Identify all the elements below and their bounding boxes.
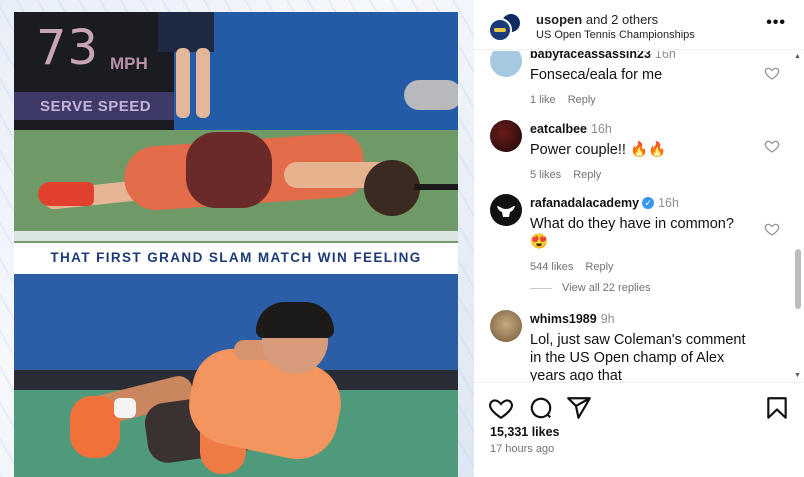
comment-icon[interactable] [528, 395, 554, 421]
player-sock [114, 398, 136, 418]
comments-scrollbar[interactable]: ▲ ▼ [793, 51, 803, 381]
comment-username[interactable]: eatcalbee [530, 122, 587, 136]
post-actions: 15,331 likes 17 hours ago [474, 382, 804, 477]
player-skirt [186, 132, 272, 208]
comment-time: 16h [658, 196, 679, 210]
comments-list[interactable]: babyfaceassassin23 16h Fonseca/eala for m… [474, 51, 804, 381]
heart-icon[interactable] [764, 65, 780, 81]
comment-time: 9h [600, 312, 615, 326]
more-options-icon[interactable]: ••• [766, 14, 786, 32]
comment-text: Lol, just saw Coleman's comment in the U… [530, 332, 746, 381]
post-side-panel: usopen and 2 others US Open Tennis Champ… [474, 0, 804, 477]
view-replies-link[interactable]: View all 22 replies [530, 282, 650, 294]
comment-likes[interactable]: 5 likes [530, 169, 561, 181]
comment-time: 16h [590, 122, 612, 136]
comment-text: What do they have in common? 😍 [530, 216, 734, 250]
share-icon[interactable] [566, 395, 592, 421]
player-hair [256, 302, 334, 338]
serve-speed-label: SERVE SPEED [40, 98, 152, 115]
post-media[interactable]: 73 MPH SERVE SPEED THAT FIRST GRAND SLAM… [0, 0, 474, 477]
bookmark-icon[interactable] [764, 395, 790, 421]
reply-button[interactable]: Reply [573, 169, 601, 181]
comment-username[interactable]: whims1989 [530, 312, 597, 326]
reply-button[interactable]: Reply [568, 94, 596, 106]
scroll-up-arrow-icon[interactable]: ▲ [794, 53, 801, 60]
background-person-legs [162, 12, 210, 130]
player-shoe [38, 182, 94, 206]
media-caption: THAT FIRST GRAND SLAM MATCH WIN FEELING [50, 250, 422, 265]
header-title: usopen and 2 others [536, 12, 658, 27]
post-timestamp[interactable]: 17 hours ago [490, 443, 554, 455]
comment-username[interactable]: babyfaceassassin23 [530, 51, 651, 61]
player-shoe [70, 396, 120, 458]
avatar[interactable] [490, 194, 522, 226]
speed-value: 73 [36, 20, 100, 76]
stadium-wall [174, 12, 458, 130]
header-subtitle: US Open Tennis Championships [536, 29, 695, 41]
comment-likes[interactable]: 1 like [530, 94, 556, 106]
court-line [14, 231, 458, 241]
comment-username[interactable]: rafanadalacademy [530, 196, 639, 210]
heart-icon[interactable] [488, 395, 514, 421]
reply-button[interactable]: Reply [585, 261, 613, 273]
account-avatar[interactable] [488, 12, 522, 42]
likes-count[interactable]: 15,331 likes [490, 425, 560, 439]
comment-likes[interactable]: 544 likes [530, 261, 573, 273]
avatar[interactable] [490, 310, 522, 342]
comment-time: 16h [654, 51, 676, 61]
scoreboard: 73 MPH SERVE SPEED [14, 12, 174, 130]
comment-text: Fonseca/eala for me [530, 67, 663, 83]
speed-unit: MPH [110, 54, 148, 73]
heart-icon[interactable] [764, 138, 780, 154]
microphone [404, 80, 458, 110]
verified-badge-icon: ✓ [642, 196, 655, 209]
player-head [364, 160, 420, 216]
comment-text: Power couple!! 🔥🔥 [530, 142, 667, 158]
bull-logo-icon [497, 206, 515, 217]
header-collaborators[interactable]: and 2 others [586, 12, 658, 27]
heart-icon[interactable] [764, 221, 780, 237]
scroll-down-arrow-icon[interactable]: ▼ [794, 372, 801, 379]
post-header: usopen and 2 others US Open Tennis Champ… [474, 0, 804, 50]
photo-player-celebration-1: 73 MPH SERVE SPEED [14, 12, 458, 243]
avatar[interactable] [490, 51, 522, 77]
tennis-racket [414, 184, 458, 190]
avatar[interactable] [490, 120, 522, 152]
photo-player-celebration-2 [14, 274, 458, 477]
scroll-thumb[interactable] [795, 249, 801, 309]
header-username[interactable]: usopen [536, 12, 582, 27]
